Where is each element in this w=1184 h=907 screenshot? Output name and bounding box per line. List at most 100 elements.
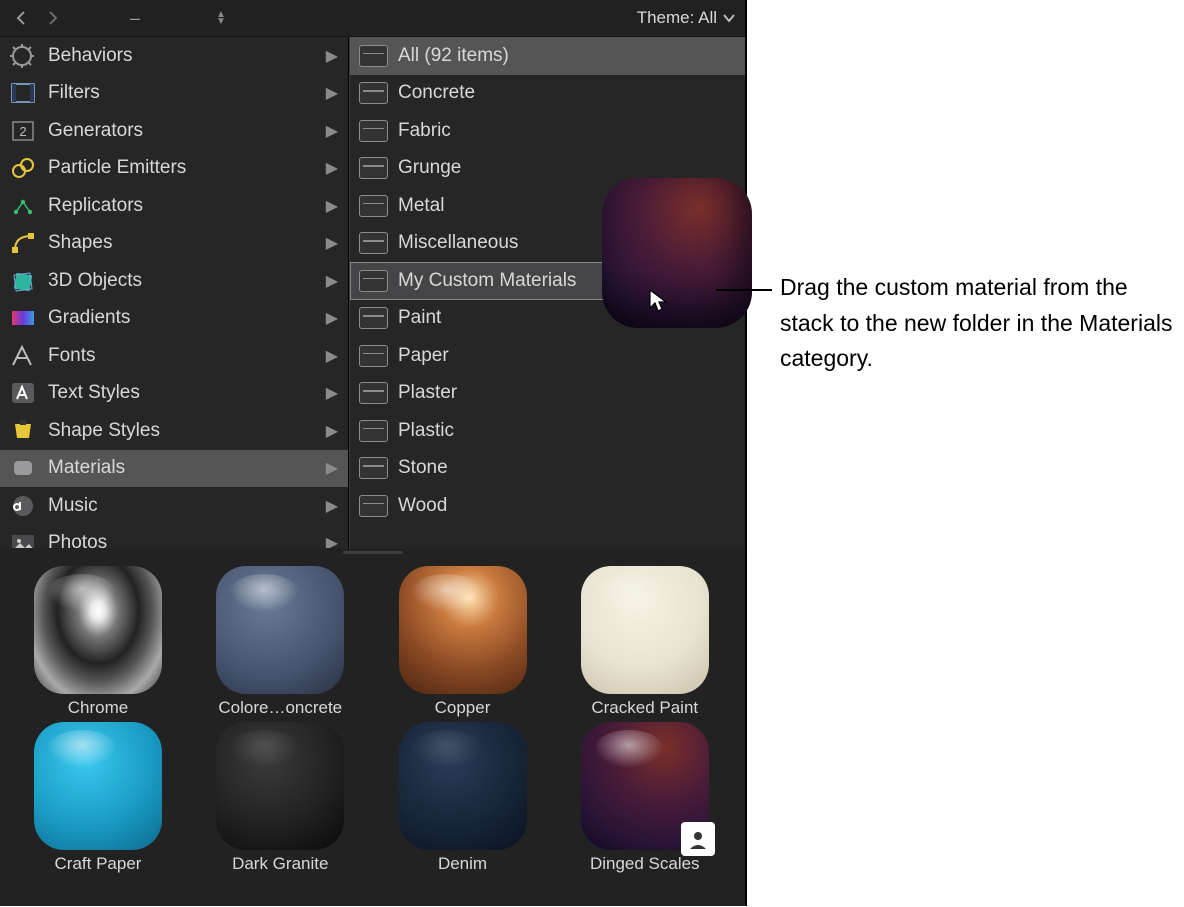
- material-cell-chrome[interactable]: Chrome: [8, 566, 188, 718]
- category-icon: 2: [8, 118, 38, 144]
- chevron-right-icon: ▶: [326, 533, 338, 548]
- folder-label: Miscellaneous: [398, 232, 518, 254]
- folder-label: Concrete: [398, 82, 475, 104]
- material-cell-cracked-paint[interactable]: Cracked Paint: [555, 566, 735, 718]
- category-label: Photos: [48, 532, 107, 548]
- folder-icon: [359, 457, 388, 479]
- folder-icon: [359, 232, 388, 254]
- category-column[interactable]: Behaviors▶Filters▶2Generators▶Particle E…: [0, 37, 349, 548]
- category-icon: [8, 80, 38, 106]
- path-minus[interactable]: –: [124, 7, 146, 29]
- category-icon: [8, 418, 38, 444]
- category-icon: [8, 193, 38, 219]
- folder-label: Fabric: [398, 120, 451, 142]
- folder-label: Wood: [398, 495, 447, 517]
- category-item-materials[interactable]: Materials▶: [0, 450, 348, 488]
- user-badge-icon: [681, 822, 715, 856]
- material-label: Dark Granite: [190, 854, 370, 874]
- folder-item-plastic[interactable]: Plastic: [350, 412, 745, 450]
- library-panel: – ▲▼ Theme: All Behaviors▶Filters▶2Gener…: [0, 0, 747, 906]
- category-item-shapes[interactable]: Shapes▶: [0, 225, 348, 263]
- material-thumbnail: [399, 722, 527, 850]
- category-item-music[interactable]: Music ▶: [0, 487, 348, 525]
- material-cell-craft-paper[interactable]: Craft Paper: [8, 722, 188, 874]
- theme-label: Theme: All: [637, 8, 717, 28]
- folder-item-wood[interactable]: Wood: [350, 487, 745, 525]
- category-item-text-styles[interactable]: Text Styles▶: [0, 375, 348, 413]
- folder-item-all-92-items-[interactable]: All (92 items): [350, 37, 745, 75]
- category-item-particle-emitters[interactable]: Particle Emitters▶: [0, 150, 348, 188]
- material-cell-copper[interactable]: Copper: [373, 566, 553, 718]
- forward-button[interactable]: [42, 7, 64, 29]
- material-cell-colore-oncrete[interactable]: Colore…oncrete: [190, 566, 370, 718]
- folder-item-miscellaneous[interactable]: Miscellaneous: [350, 225, 745, 263]
- thumbnail-grid-area[interactable]: ChromeColore…oncreteCopperCracked Paint C…: [0, 556, 745, 906]
- material-thumbnail: [399, 566, 527, 694]
- folder-item-grunge[interactable]: Grunge: [350, 150, 745, 188]
- folder-icon: [359, 120, 388, 142]
- category-label: Filters: [48, 82, 100, 104]
- category-item-behaviors[interactable]: Behaviors▶: [0, 37, 348, 75]
- category-item-replicators[interactable]: Replicators▶: [0, 187, 348, 225]
- category-label: Shape Styles: [48, 420, 160, 442]
- category-label: Particle Emitters: [48, 157, 186, 179]
- chevron-right-icon: ▶: [326, 496, 338, 516]
- folder-icon: [359, 382, 388, 404]
- folder-item-metal[interactable]: Metal: [350, 187, 745, 225]
- category-label: Behaviors: [48, 45, 133, 67]
- category-item-generators[interactable]: 2Generators▶: [0, 112, 348, 150]
- split-handle[interactable]: [0, 548, 745, 556]
- category-item-shape-styles[interactable]: Shape Styles▶: [0, 412, 348, 450]
- category-item-photos[interactable]: Photos ▶: [0, 525, 348, 549]
- back-button[interactable]: [10, 7, 32, 29]
- category-label: Materials: [48, 457, 125, 479]
- material-label: Copper: [373, 698, 553, 718]
- material-thumbnail: [34, 566, 162, 694]
- folder-item-paint[interactable]: Paint: [350, 300, 745, 338]
- category-item-filters[interactable]: Filters ▶: [0, 75, 348, 113]
- folder-column[interactable]: All (92 items) Concrete Fabric GrungeMetal M…: [349, 37, 745, 548]
- theme-dropdown[interactable]: Theme: All: [637, 8, 735, 28]
- folder-item-paper[interactable]: Paper: [350, 337, 745, 375]
- folder-item-concrete[interactable]: Concrete: [350, 75, 745, 113]
- chevron-right-icon: ▶: [326, 196, 338, 216]
- folder-icon: [359, 420, 388, 442]
- category-label: Gradients: [48, 307, 130, 329]
- folder-label: Paper: [398, 345, 449, 367]
- category-icon: [8, 493, 38, 519]
- svg-text:2: 2: [19, 124, 26, 139]
- chevron-down-icon: [723, 13, 735, 23]
- material-thumbnail: [216, 566, 344, 694]
- category-icon: [8, 530, 38, 548]
- category-label: Fonts: [48, 345, 96, 367]
- callout-text: Drag the custom material from the stack …: [780, 270, 1180, 377]
- callout-line: [716, 289, 772, 291]
- category-icon: [8, 43, 38, 69]
- material-cell-dinged-scales[interactable]: Dinged Scales: [555, 722, 735, 874]
- category-item-3d-objects[interactable]: 3D Objects ▶: [0, 262, 348, 300]
- chevron-right-icon: ▶: [326, 83, 338, 103]
- category-label: Music: [48, 495, 98, 517]
- folder-label: Plastic: [398, 420, 454, 442]
- folder-item-my-custom-materials[interactable]: My Custom Materials: [350, 262, 745, 300]
- category-item-fonts[interactable]: Fonts ▶: [0, 337, 348, 375]
- folder-icon: [359, 345, 388, 367]
- chevron-right-icon: ▶: [326, 383, 338, 403]
- material-label: Denim: [373, 854, 553, 874]
- folder-item-plaster[interactable]: Plaster: [350, 375, 745, 413]
- path-stepper[interactable]: ▲▼: [216, 11, 226, 25]
- folder-icon: [359, 270, 388, 292]
- chevron-right-icon: ▶: [326, 271, 338, 291]
- material-label: Chrome: [8, 698, 188, 718]
- category-item-gradients[interactable]: Gradients▶: [0, 300, 348, 338]
- category-label: Shapes: [48, 232, 112, 254]
- category-label: 3D Objects: [48, 270, 142, 292]
- folder-icon: [359, 45, 388, 67]
- material-cell-dark-granite[interactable]: Dark Granite: [190, 722, 370, 874]
- material-cell-denim[interactable]: Denim: [373, 722, 553, 874]
- folder-item-fabric[interactable]: Fabric: [350, 112, 745, 150]
- material-thumbnail: [216, 722, 344, 850]
- material-label: Colore…oncrete: [190, 698, 370, 718]
- folder-item-stone[interactable]: Stone: [350, 450, 745, 488]
- chevron-right-icon: ▶: [326, 346, 338, 366]
